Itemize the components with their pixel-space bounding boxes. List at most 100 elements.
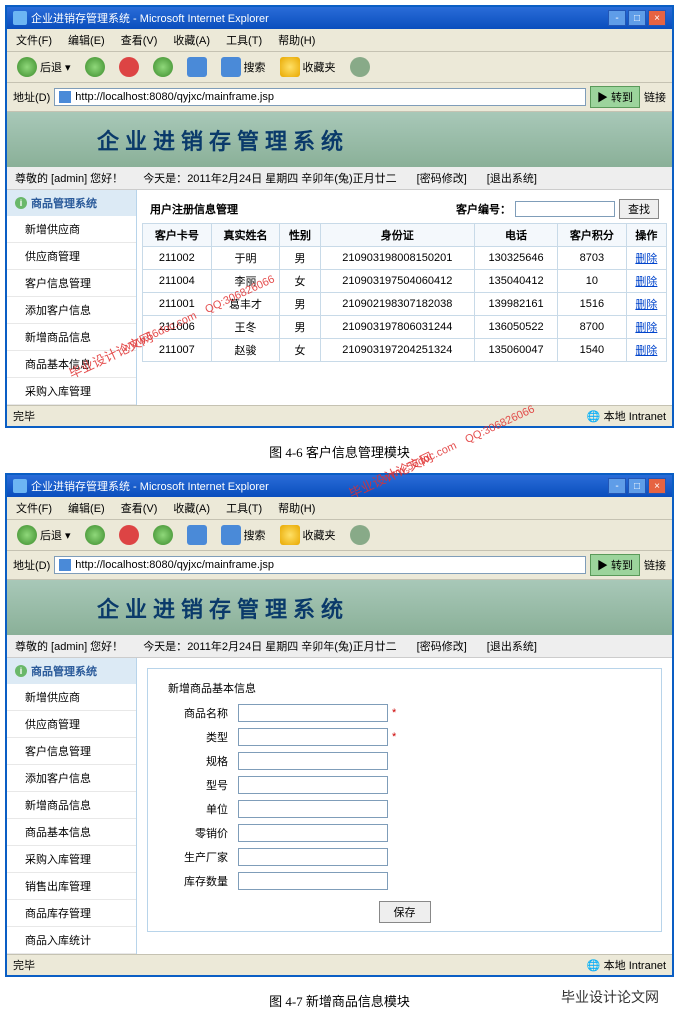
home-button[interactable] <box>183 523 211 547</box>
maximize-button[interactable]: □ <box>628 478 646 494</box>
table-header: 客户卡号 <box>143 224 212 247</box>
search-input[interactable] <box>515 201 615 217</box>
sidebar-title: i商品管理系统 <box>7 190 136 216</box>
stop-button[interactable] <box>115 523 143 547</box>
close-button[interactable]: × <box>648 10 666 26</box>
form-input[interactable] <box>238 752 388 770</box>
form-input[interactable] <box>238 848 388 866</box>
back-button[interactable]: 后退 ▾ <box>13 523 75 547</box>
history-button[interactable] <box>346 55 374 79</box>
logout-link[interactable]: [退出系统] <box>487 170 537 186</box>
links-label[interactable]: 链接 <box>644 89 666 105</box>
refresh-button[interactable] <box>149 523 177 547</box>
sidebar-item[interactable]: 添加客户信息 <box>7 297 136 324</box>
menu-help[interactable]: 帮助(H) <box>275 31 318 49</box>
form-input[interactable] <box>238 728 388 746</box>
sidebar-item[interactable]: 新增供应商 <box>7 684 136 711</box>
search-button[interactable]: 查找 <box>619 199 659 219</box>
address-bar: 地址(D) http://localhost:8080/qyjxc/mainfr… <box>7 551 672 580</box>
table-cell: 李丽 <box>211 270 280 293</box>
logout-link[interactable]: [退出系统] <box>487 638 537 654</box>
menu-fav[interactable]: 收藏(A) <box>170 31 213 49</box>
delete-link[interactable]: 删除 <box>635 299 657 311</box>
form-input[interactable] <box>238 824 388 842</box>
sidebar-item[interactable]: 新增商品信息 <box>7 792 136 819</box>
back-button[interactable]: 后退 ▾ <box>13 55 75 79</box>
form-label: 类型 <box>168 729 238 745</box>
menu-help[interactable]: 帮助(H) <box>275 499 318 517</box>
favorites-button[interactable]: 收藏夹 <box>276 523 340 547</box>
sidebar-item[interactable]: 商品入库统计 <box>7 927 136 954</box>
sidebar-item[interactable]: 新增商品信息 <box>7 324 136 351</box>
forward-button[interactable] <box>81 523 109 547</box>
menu-edit[interactable]: 编辑(E) <box>65 31 108 49</box>
sidebar-item[interactable]: 客户信息管理 <box>7 738 136 765</box>
sidebar-item[interactable]: 客户信息管理 <box>7 270 136 297</box>
menu-tools[interactable]: 工具(T) <box>223 499 265 517</box>
address-input[interactable]: http://localhost:8080/qyjxc/mainframe.js… <box>54 88 586 106</box>
address-input[interactable]: http://localhost:8080/qyjxc/mainframe.js… <box>54 556 586 574</box>
favorites-button[interactable]: 收藏夹 <box>276 55 340 79</box>
menu-file[interactable]: 文件(F) <box>13 499 55 517</box>
form-input[interactable] <box>238 776 388 794</box>
table-cell: 男 <box>280 247 320 270</box>
menu-tools[interactable]: 工具(T) <box>223 31 265 49</box>
delete-link[interactable]: 删除 <box>635 322 657 334</box>
go-button[interactable]: ▶ 转到 <box>590 554 640 576</box>
delete-link[interactable]: 删除 <box>635 345 657 357</box>
sidebar-item[interactable]: 供应商管理 <box>7 711 136 738</box>
table-cell: 男 <box>280 293 320 316</box>
form-label: 单位 <box>168 801 238 817</box>
delete-link[interactable]: 删除 <box>635 276 657 288</box>
table-cell: 211002 <box>143 247 212 270</box>
form-input[interactable] <box>238 704 388 722</box>
table-cell: 于明 <box>211 247 280 270</box>
sidebar-title: i商品管理系统 <box>7 658 136 684</box>
menu-view[interactable]: 查看(V) <box>118 31 161 49</box>
sidebar-item[interactable]: 商品基本信息 <box>7 819 136 846</box>
sidebar-item[interactable]: 销售出库管理 <box>7 873 136 900</box>
search-label: 客户编号： <box>456 201 511 217</box>
sidebar-item[interactable]: 供应商管理 <box>7 243 136 270</box>
delete-link[interactable]: 删除 <box>635 253 657 265</box>
forward-button[interactable] <box>81 55 109 79</box>
address-label: 地址(D) <box>13 89 50 105</box>
sidebar-item[interactable]: 商品库存管理 <box>7 900 136 927</box>
status-done: 完毕 <box>13 408 35 424</box>
menu-file[interactable]: 文件(F) <box>13 31 55 49</box>
history-button[interactable] <box>346 523 374 547</box>
links-label[interactable]: 链接 <box>644 557 666 573</box>
form-input[interactable] <box>238 872 388 890</box>
sidebar-item[interactable]: 采购入库管理 <box>7 378 136 405</box>
refresh-button[interactable] <box>149 55 177 79</box>
sidebar-item[interactable]: 商品基本信息 <box>7 351 136 378</box>
greeting: 尊敬的 [admin] 您好！ <box>15 638 123 654</box>
close-button[interactable]: × <box>648 478 666 494</box>
change-password-link[interactable]: [密码修改] <box>417 170 467 186</box>
sidebar: i商品管理系统 新增供应商供应商管理客户信息管理添加客户信息新增商品信息商品基本… <box>7 190 137 405</box>
ie-icon <box>13 11 27 25</box>
window-title: 企业进销存管理系统 - Microsoft Internet Explorer <box>31 478 269 494</box>
status-zone: 🌐 本地 Intranet <box>587 408 666 424</box>
go-button[interactable]: ▶ 转到 <box>590 86 640 108</box>
menu-view[interactable]: 查看(V) <box>118 499 161 517</box>
change-password-link[interactable]: [密码修改] <box>417 638 467 654</box>
minimize-button[interactable]: - <box>608 478 626 494</box>
table-row: 211004李丽女21090319750406041213504041210删除 <box>143 270 667 293</box>
toolbar: 后退 ▾ 搜索 收藏夹 <box>7 520 672 551</box>
search-button[interactable]: 搜索 <box>217 523 270 547</box>
search-button[interactable]: 搜索 <box>217 55 270 79</box>
stop-button[interactable] <box>115 55 143 79</box>
maximize-button[interactable]: □ <box>628 10 646 26</box>
sidebar-item[interactable]: 采购入库管理 <box>7 846 136 873</box>
menu-edit[interactable]: 编辑(E) <box>65 499 108 517</box>
save-button[interactable]: 保存 <box>379 901 431 923</box>
sidebar-item[interactable]: 新增供应商 <box>7 216 136 243</box>
table-cell: 210902198307182038 <box>320 293 474 316</box>
home-button[interactable] <box>183 55 211 79</box>
sidebar-item[interactable]: 添加客户信息 <box>7 765 136 792</box>
menu-fav[interactable]: 收藏(A) <box>170 499 213 517</box>
form-label: 型号 <box>168 777 238 793</box>
minimize-button[interactable]: - <box>608 10 626 26</box>
table-row: 211001葛丰才男210902198307182038139982161151… <box>143 293 667 316</box>
